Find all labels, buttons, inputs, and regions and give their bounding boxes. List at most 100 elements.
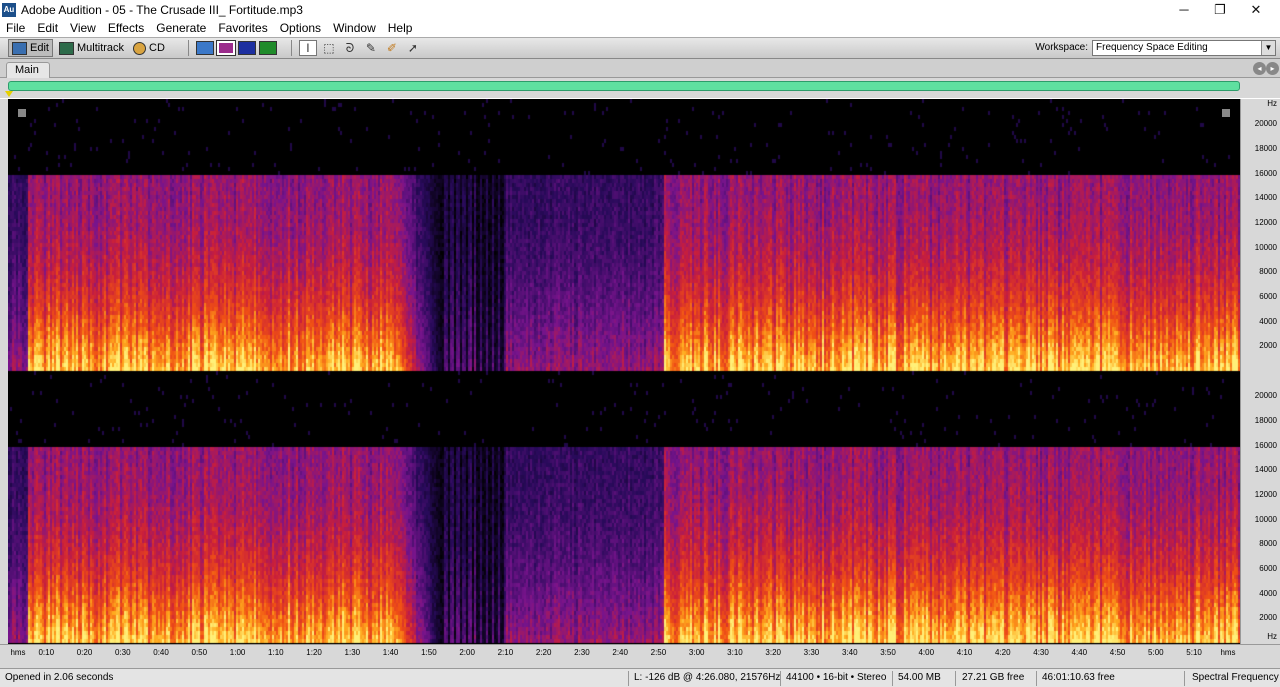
zoom-corner-icon[interactable] xyxy=(1222,109,1230,117)
time-tick-label: 3:30 xyxy=(803,648,820,657)
freq-tick-label: 20000 xyxy=(1254,391,1277,401)
time-tick-label: 3:50 xyxy=(880,648,896,657)
freq-tick-label: 20000 xyxy=(1254,119,1277,129)
ruler-bottom-margin xyxy=(0,660,1280,668)
waveform-display-icon[interactable] xyxy=(195,41,214,55)
chevron-down-icon: ▼ xyxy=(1261,41,1275,55)
status-free-space: 27.21 GB free xyxy=(962,672,1025,683)
panel-tab-bar: Main ◂ ▸ xyxy=(0,59,1280,78)
freq-tick-label: 18000 xyxy=(1254,143,1277,153)
status-separator xyxy=(780,671,781,686)
status-view-mode: Spectral Frequency xyxy=(1192,672,1279,683)
effects-paintbrush-tool-icon[interactable]: ✎ xyxy=(362,40,380,56)
time-tick-label: 1:40 xyxy=(382,648,399,657)
edit-view-label: Edit xyxy=(30,42,49,54)
zoom-corner-icon[interactable] xyxy=(18,109,26,117)
panel-menu-icon[interactable]: ◂ xyxy=(1253,62,1266,75)
status-separator xyxy=(955,671,956,686)
status-cursor-readout: L: -126 dB @ 4:26.080, 21576Hz xyxy=(634,672,781,683)
status-free-time: 46:01:10.63 free xyxy=(1042,672,1115,683)
time-tick-label: 1:20 xyxy=(306,648,322,657)
workspace-dropdown[interactable]: Frequency Space Editing ▼ xyxy=(1092,40,1276,56)
time-tick-label: 1:00 xyxy=(229,648,246,657)
audition-app-icon: Au xyxy=(2,2,16,17)
cd-view-label: CD xyxy=(149,42,165,54)
time-tick-label: 1:30 xyxy=(344,648,361,657)
spectrogram-canvas[interactable] xyxy=(8,99,1240,644)
freq-tick-label: 8000 xyxy=(1259,539,1277,549)
freq-tick-label: 2000 xyxy=(1259,341,1277,351)
edit-view-button[interactable]: Edit xyxy=(8,39,53,57)
maximize-button[interactable]: ❐ xyxy=(1202,0,1238,19)
time-ruler[interactable]: hms 0:10 0:20 0:30 0:40 0:50 1:00 1:10 1:20 1:30 1… xyxy=(0,644,1280,660)
menu-favorites[interactable]: Favorites xyxy=(212,21,273,35)
menu-generate[interactable]: Generate xyxy=(150,21,212,35)
time-tick-label: 3:00 xyxy=(688,648,705,657)
time-tick-label: 5:00 xyxy=(1148,648,1164,657)
workspace-value: Frequency Space Editing xyxy=(1096,42,1208,53)
cd-disc-icon xyxy=(133,41,147,55)
multitrack-view-label: Multitrack xyxy=(76,42,125,54)
time-tick-label: 2:50 xyxy=(650,648,667,657)
overview-bar-area xyxy=(0,78,1280,98)
menu-window[interactable]: Window xyxy=(327,21,382,35)
menu-edit[interactable]: Edit xyxy=(31,21,64,35)
panel-expand-icon[interactable]: ▸ xyxy=(1266,62,1279,75)
move-tool-icon[interactable]: ➚ xyxy=(404,40,422,56)
tab-main[interactable]: Main xyxy=(6,62,50,78)
menu-file[interactable]: File xyxy=(0,21,31,35)
spot-healing-brush-tool-icon[interactable]: ✐ xyxy=(383,40,401,56)
zoom-overview-scrollbar[interactable] xyxy=(8,81,1240,91)
time-tick-label: 0:50 xyxy=(191,648,208,657)
spectral-phase-display-icon[interactable] xyxy=(258,41,277,55)
workspace-label: Workspace: xyxy=(1035,42,1088,53)
time-tick-label: 4:40 xyxy=(1071,648,1088,657)
cd-view-button[interactable]: CD xyxy=(130,39,168,57)
time-tick-label: 5:10 xyxy=(1186,648,1202,657)
left-margin xyxy=(0,99,8,644)
multitrack-view-icon xyxy=(58,41,74,55)
time-tick-label: 3:20 xyxy=(765,648,781,657)
freq-tick-label: 8000 xyxy=(1259,267,1277,277)
time-tick-label: 2:30 xyxy=(574,648,590,657)
marquee-selection-tool-icon[interactable]: ⬚ xyxy=(320,40,338,56)
time-tick-label: 1:50 xyxy=(421,648,437,657)
time-selection-tool-icon[interactable]: I xyxy=(298,40,317,56)
freq-tick-label: 6000 xyxy=(1259,291,1277,301)
status-separator xyxy=(1036,671,1037,686)
menu-bar: File Edit View Effects Generate Favorite… xyxy=(0,19,1280,37)
time-tick-label: 4:30 xyxy=(1033,648,1049,657)
menu-effects[interactable]: Effects xyxy=(102,21,150,35)
status-separator xyxy=(1184,671,1185,686)
menu-help[interactable]: Help xyxy=(382,21,419,35)
tab-main-label: Main xyxy=(15,64,39,76)
time-tick-label: 2:10 xyxy=(497,648,514,657)
freq-tick-label: 16000 xyxy=(1254,168,1277,178)
multitrack-view-button[interactable]: Multitrack xyxy=(56,39,127,57)
menu-options[interactable]: Options xyxy=(274,21,327,35)
lasso-selection-tool-icon[interactable]: ᘐ xyxy=(341,40,359,56)
time-tick-label: 0:20 xyxy=(76,648,93,657)
status-format: 44100 • 16-bit • Stereo xyxy=(786,672,887,683)
time-tick-label: 4:00 xyxy=(918,648,935,657)
time-tick-label: 2:20 xyxy=(535,648,552,657)
toolbar-separator xyxy=(187,40,189,56)
spectral-display[interactable] xyxy=(8,99,1240,644)
status-bar: Opened in 2.06 seconds L: -126 dB @ 4:26… xyxy=(0,668,1280,687)
time-tick-label: 2:00 xyxy=(459,648,475,657)
time-tick-label: 3:10 xyxy=(727,648,743,657)
time-tick-label: 4:20 xyxy=(994,648,1011,657)
spectral-frequency-display-icon[interactable] xyxy=(215,40,236,56)
time-tick-label: 3:40 xyxy=(841,648,858,657)
freq-tick-label: 12000 xyxy=(1254,489,1277,499)
time-tick-label: 4:10 xyxy=(956,648,973,657)
time-unit-label: hms xyxy=(10,648,26,657)
close-button[interactable]: ✕ xyxy=(1238,0,1274,19)
menu-view[interactable]: View xyxy=(64,21,102,35)
minimize-button[interactable]: ─ xyxy=(1166,0,1202,19)
time-tick-label: 4:50 xyxy=(1109,648,1126,657)
spectral-pan-display-icon[interactable] xyxy=(237,41,256,55)
toolbar-separator xyxy=(290,40,292,56)
edit-view-icon xyxy=(12,41,27,55)
playhead-marker[interactable] xyxy=(5,91,13,97)
